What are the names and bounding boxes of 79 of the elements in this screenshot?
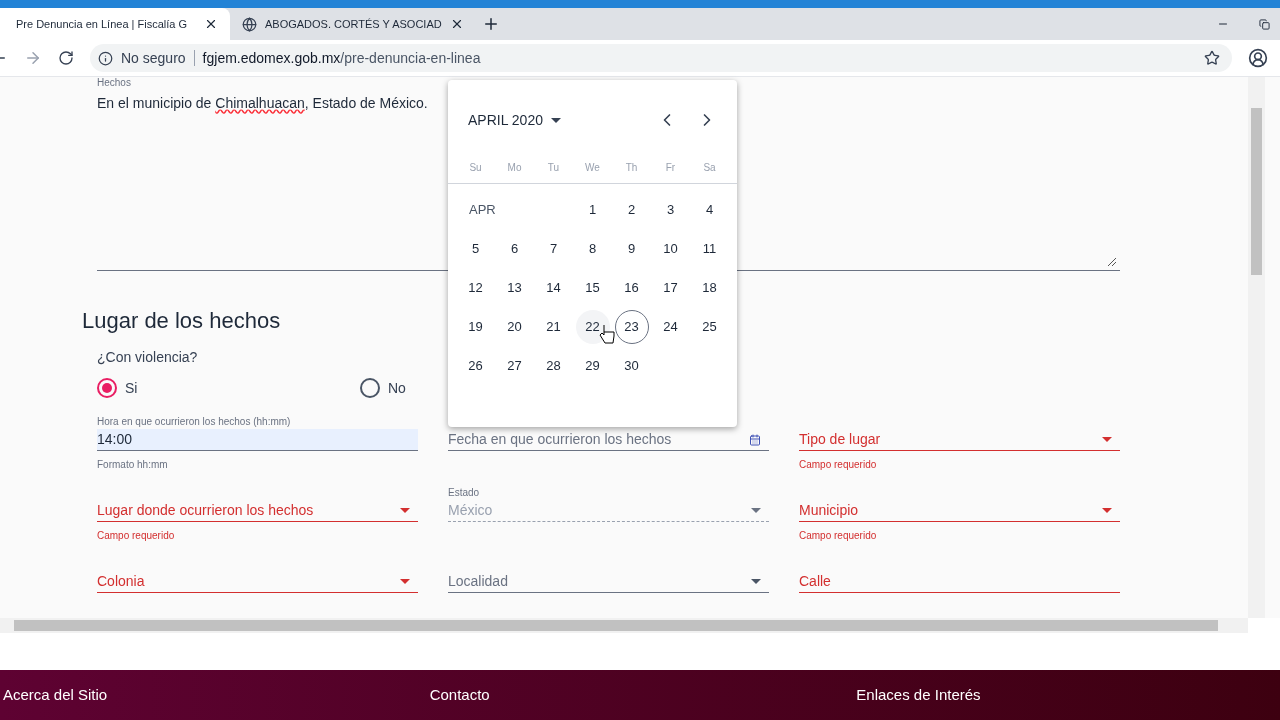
select-field[interactable]: Colonia	[97, 571, 418, 593]
field-label: Estado	[448, 487, 480, 498]
weekday-label: We	[585, 161, 600, 175]
calendar-day[interactable]: 24	[653, 309, 688, 344]
browser-tab[interactable]: ABOGADOS. CORTÉS Y ASOCIAD	[230, 8, 470, 40]
weekday-label: Fr	[665, 161, 676, 175]
calendar-day[interactable]: 3	[653, 192, 688, 227]
vertical-scrollbar[interactable]	[1248, 77, 1265, 618]
calendar-day[interactable]: 2	[614, 192, 649, 227]
field-hint: Campo requerido	[799, 459, 877, 471]
calendar-day[interactable]: 19	[458, 309, 493, 344]
info-icon	[98, 50, 113, 66]
weekday-label: Su	[469, 161, 482, 175]
footer-heading: Enlaces de Interés	[855, 684, 982, 705]
calendar-day[interactable]: 11	[692, 231, 727, 266]
calendar-day[interactable]: 17	[653, 270, 688, 305]
profile-icon[interactable]	[1248, 48, 1268, 68]
new-tab-icon[interactable]	[482, 15, 500, 33]
section-heading: Lugar de los hechos	[82, 307, 281, 335]
weekday-label: Tu	[547, 161, 560, 175]
calendar-day[interactable]: 15	[575, 270, 610, 305]
month-year-button[interactable]: APRIL 2020	[468, 109, 561, 131]
footer-heading: Acerca del Sitio	[3, 684, 109, 705]
calendar-day[interactable]: 18	[692, 270, 727, 305]
field-hint: Campo requerido	[97, 530, 175, 542]
calendar-day[interactable]: 21	[536, 309, 571, 344]
dropdown-caret-icon	[400, 579, 410, 584]
calendar-day[interactable]: 10	[653, 231, 688, 266]
browser-tab[interactable]: Pre Denuncia en Línea | Fiscalía G	[0, 8, 230, 40]
dropdown-caret-icon	[751, 508, 761, 513]
weekday-label: Mo	[507, 161, 522, 175]
weekday-label: Th	[625, 161, 638, 175]
footer-heading: Contacto	[428, 684, 491, 705]
dropdown-caret-icon	[1102, 508, 1112, 513]
bookmark-star-icon[interactable]	[1204, 50, 1220, 66]
calendar-day[interactable]: 12	[458, 270, 493, 305]
globe-icon	[242, 16, 257, 32]
field-label: ¿Con violencia?	[97, 348, 198, 367]
close-icon[interactable]	[204, 17, 218, 31]
select-field[interactable]: Municipio	[799, 500, 1120, 522]
calendar-day[interactable]: 7	[536, 231, 571, 266]
calendar-day[interactable]: 8	[575, 231, 610, 266]
calendar-day[interactable]: 22	[575, 309, 610, 344]
dropdown-caret-icon	[400, 508, 410, 513]
date-field[interactable]: Fecha en que ocurrieron los hechos	[448, 429, 769, 451]
dropdown-caret-icon	[551, 117, 561, 123]
dropdown-caret-icon	[751, 579, 761, 584]
field-hint: Campo requerido	[799, 530, 877, 542]
select-field[interactable]: Tipo de lugar	[799, 429, 1120, 451]
input-field[interactable]: 14:00	[97, 429, 418, 451]
calendar-icon[interactable]	[749, 433, 761, 446]
calendar-day[interactable]: 20	[497, 309, 532, 344]
select-field[interactable]: Localidad	[448, 571, 769, 593]
hechos-text: En el municipio de Chimalhuacan, Estado de México.	[97, 94, 429, 113]
calendar-day[interactable]: 6	[497, 231, 532, 266]
field-hint: Formato hh:mm	[97, 459, 168, 471]
forward-icon[interactable]	[24, 49, 42, 67]
calendar-day[interactable]: 5	[458, 231, 493, 266]
calendar-day[interactable]: 16	[614, 270, 649, 305]
select-field[interactable]: Lugar donde ocurrieron los hechos	[97, 500, 418, 522]
calendar-day[interactable]: 25	[692, 309, 727, 344]
input-field[interactable]: Calle	[799, 571, 1120, 593]
field-label: Hora en que ocurrieron los hechos (hh:mm)	[97, 416, 291, 427]
field-label: Hechos	[97, 77, 132, 89]
calendar-day[interactable]: 1	[575, 192, 610, 227]
dropdown-caret-icon	[1102, 437, 1112, 442]
address-bar[interactable]: No seguro fgjem.edomex.gob.mx/pre-denuncia-en-linea	[90, 44, 1232, 72]
resize-handle-icon[interactable]	[1108, 258, 1116, 266]
calendar-day[interactable]: 13	[497, 270, 532, 305]
calendar-day[interactable]: 14	[536, 270, 571, 305]
month-label: APR	[469, 200, 496, 219]
reload-icon[interactable]	[58, 50, 74, 66]
calendar-day[interactable]: 9	[614, 231, 649, 266]
hand-cursor-icon	[599, 324, 615, 344]
radio-option[interactable]: Si	[97, 376, 360, 400]
calendar-day[interactable]: 4	[692, 192, 727, 227]
horizontal-scrollbar[interactable]	[0, 618, 1248, 633]
restore-icon[interactable]	[1259, 18, 1270, 30]
weekday-label: Sa	[703, 161, 716, 175]
